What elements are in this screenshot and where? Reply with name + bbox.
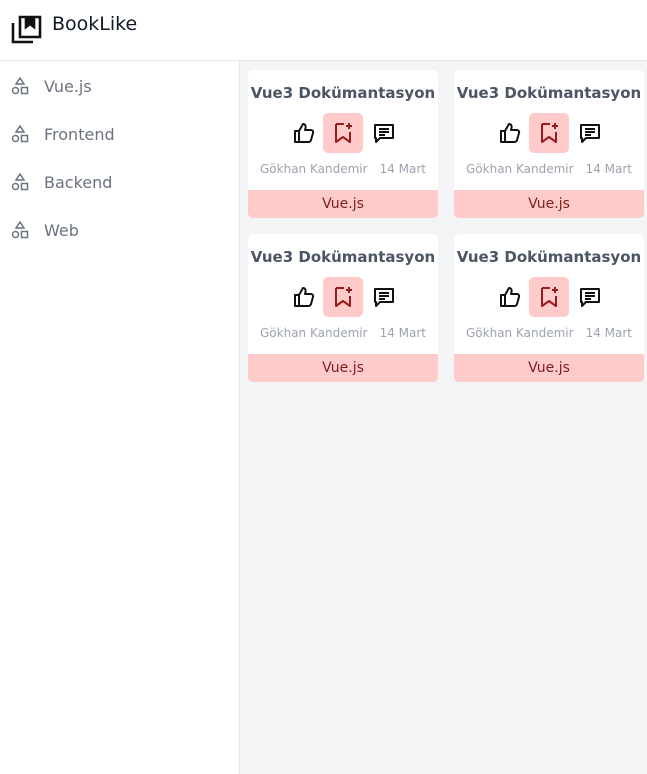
card-date: 14 Mart — [379, 162, 426, 176]
shapes-icon — [11, 172, 29, 191]
card-author: Gökhan Kandemir — [466, 326, 574, 340]
bookmark-add-button[interactable] — [323, 277, 363, 317]
comment-icon — [580, 288, 600, 307]
comment-icon — [374, 124, 394, 143]
card-actions — [490, 113, 608, 153]
card-author: Gökhan Kandemir — [466, 162, 574, 176]
card-date: 14 Mart — [585, 326, 632, 340]
shapes-icon — [11, 220, 29, 239]
card-title[interactable]: Vue3 Dokümantasyon — [248, 248, 438, 266]
card-title[interactable]: Vue3 Dokümantasyon — [248, 84, 438, 102]
category-tag[interactable]: Vue.js — [248, 190, 438, 218]
bookmark-add-button[interactable] — [529, 113, 569, 153]
comment-icon — [374, 288, 394, 307]
category-tag[interactable]: Vue.js — [248, 354, 438, 382]
sidebar-item-label: Backend — [44, 172, 113, 192]
thumbs-up-icon — [500, 287, 521, 307]
bookmark-add-icon — [335, 287, 352, 307]
bookmark-card[interactable]: Vue3 Dokümantasyon Gökhan Kandemir 14 Ma… — [248, 70, 438, 218]
comment-button[interactable] — [364, 113, 404, 153]
category-tag[interactable]: Vue.js — [454, 354, 644, 382]
bookmarks-stack-icon[interactable] — [10, 14, 42, 44]
bookmark-add-button[interactable] — [323, 113, 363, 153]
card-date: 14 Mart — [379, 326, 426, 340]
comment-button[interactable] — [364, 277, 404, 317]
card-date: 14 Mart — [585, 162, 632, 176]
comment-button[interactable] — [570, 113, 610, 153]
bookmark-add-icon — [541, 123, 558, 143]
shapes-icon — [11, 76, 29, 95]
shapes-icon — [11, 124, 29, 143]
thumbs-up-icon — [500, 123, 521, 143]
comment-button[interactable] — [570, 277, 610, 317]
thumbs-up-icon — [294, 287, 315, 307]
sidebar-item-frontend[interactable]: Frontend — [0, 114, 239, 154]
sidebar: Vue.js Frontend Backend Web — [0, 61, 240, 774]
app-header: BookLike — [0, 0, 647, 61]
bookmark-card[interactable]: Vue3 Dokümantasyon Gökhan Kandemir 14 Ma… — [454, 234, 644, 382]
card-meta: Gökhan Kandemir 14 Mart — [260, 162, 426, 176]
like-button[interactable] — [284, 277, 324, 317]
like-button[interactable] — [490, 113, 530, 153]
card-author: Gökhan Kandemir — [260, 162, 368, 176]
card-actions — [284, 113, 402, 153]
card-title[interactable]: Vue3 Dokümantasyon — [454, 248, 644, 266]
app-title[interactable]: BookLike — [52, 13, 137, 35]
category-tag[interactable]: Vue.js — [454, 190, 644, 218]
sidebar-item-vuejs[interactable]: Vue.js — [0, 66, 239, 106]
bookmark-card[interactable]: Vue3 Dokümantasyon Gökhan Kandemir 14 Ma… — [454, 70, 644, 218]
card-actions — [490, 277, 608, 317]
card-author: Gökhan Kandemir — [260, 326, 368, 340]
sidebar-item-label: Vue.js — [44, 76, 92, 96]
sidebar-item-backend[interactable]: Backend — [0, 162, 239, 202]
card-meta: Gökhan Kandemir 14 Mart — [466, 326, 632, 340]
sidebar-item-web[interactable]: Web — [0, 210, 239, 250]
bookmark-grid: Vue3 Dokümantasyon Gökhan Kandemir 14 Ma… — [240, 61, 647, 774]
like-button[interactable] — [284, 113, 324, 153]
card-meta: Gökhan Kandemir 14 Mart — [260, 326, 426, 340]
like-button[interactable] — [490, 277, 530, 317]
comment-icon — [580, 124, 600, 143]
bookmark-add-icon — [335, 123, 352, 143]
sidebar-item-label: Web — [44, 220, 79, 240]
card-meta: Gökhan Kandemir 14 Mart — [466, 162, 632, 176]
bookmark-card[interactable]: Vue3 Dokümantasyon Gökhan Kandemir 14 Ma… — [248, 234, 438, 382]
card-title[interactable]: Vue3 Dokümantasyon — [454, 84, 644, 102]
bookmark-add-icon — [541, 287, 558, 307]
card-actions — [284, 277, 402, 317]
bookmark-add-button[interactable] — [529, 277, 569, 317]
sidebar-item-label: Frontend — [44, 124, 115, 144]
thumbs-up-icon — [294, 123, 315, 143]
